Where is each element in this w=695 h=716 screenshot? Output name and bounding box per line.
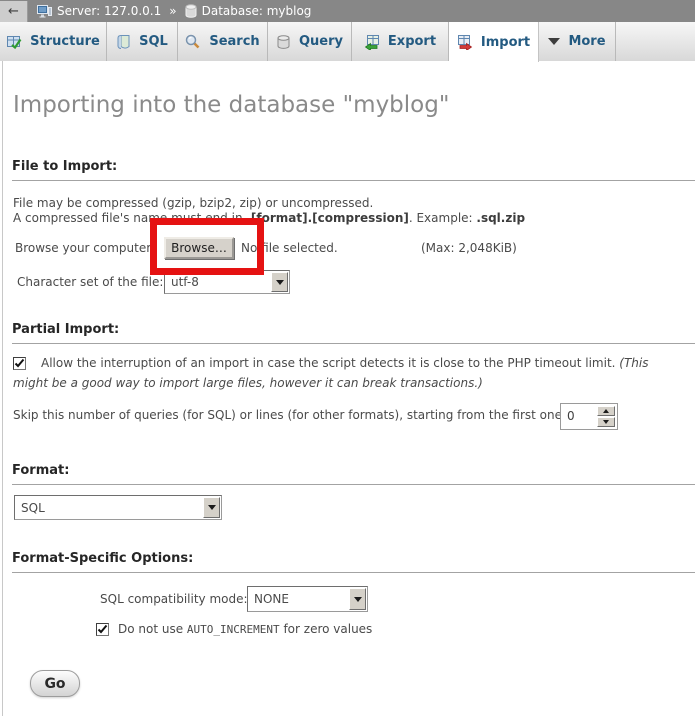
- tab-label: SQL: [139, 34, 168, 49]
- page-title: Importing into the database "myblog": [13, 92, 449, 118]
- section-heading-format: Format:: [12, 463, 695, 485]
- import-icon: [457, 34, 473, 50]
- structure-icon: [6, 34, 22, 50]
- tab-label: Export: [388, 34, 436, 49]
- line2-mid: . Example:: [409, 211, 477, 225]
- auto-increment-prefix: Do not use: [118, 622, 187, 636]
- database-icon: [185, 4, 197, 18]
- format-select[interactable]: SQL: [14, 495, 222, 520]
- allow-interruption-row: Allow the interruption of an import in c…: [13, 353, 683, 393]
- skip-queries-value: 0: [561, 404, 595, 429]
- allow-interruption-checkbox[interactable]: [13, 357, 26, 370]
- allow-interruption-text: Allow the interruption of an import in c…: [41, 356, 619, 370]
- server-icon: [37, 5, 52, 18]
- charset-label: Character set of the file:: [17, 275, 163, 289]
- no-file-selected-text: No file selected.: [241, 241, 338, 255]
- back-icon: ←: [8, 4, 19, 19]
- format-select-value: SQL: [21, 501, 202, 515]
- breadcrumb-server[interactable]: Server: 127.0.0.1: [57, 4, 161, 18]
- spinner-down-button[interactable]: [597, 417, 615, 427]
- tab-search[interactable]: Search: [178, 22, 268, 61]
- compression-info-line1: File may be compressed (gzip, bzip2, zip…: [13, 196, 373, 210]
- sql-compatibility-select[interactable]: NONE: [247, 586, 368, 612]
- line2-prefix: A compressed file's name must end in: [13, 211, 246, 225]
- phpmyadmin-import-page: ← Server: 127.0.0.1 » Database:: [0, 0, 695, 716]
- breadcrumb-database[interactable]: Database: myblog: [202, 4, 312, 18]
- back-button[interactable]: ←: [0, 1, 28, 22]
- max-size-text: (Max: 2,048KiB): [421, 241, 517, 255]
- tab-query[interactable]: Query: [268, 22, 352, 61]
- sql-compatibility-value: NONE: [254, 592, 348, 606]
- tab-sql[interactable]: SQL: [107, 22, 178, 61]
- export-icon: [364, 34, 380, 50]
- spinner-up-button[interactable]: [597, 406, 615, 416]
- charset-select-value: utf-8: [171, 275, 270, 289]
- auto-increment-checkbox[interactable]: [96, 623, 109, 636]
- chevron-down-icon: [548, 38, 560, 45]
- tab-label: Search: [209, 34, 259, 49]
- tab-label: Import: [481, 35, 530, 50]
- checkmark-icon: [97, 624, 108, 635]
- tab-label: More: [568, 34, 605, 49]
- skip-queries-input[interactable]: 0: [560, 403, 618, 430]
- tab-label: Structure: [30, 34, 100, 49]
- search-icon: [185, 34, 201, 50]
- tab-export[interactable]: Export: [352, 22, 449, 61]
- tab-import[interactable]: Import: [449, 22, 539, 62]
- section-heading-file-to-import: File to Import:: [12, 159, 695, 181]
- auto-increment-suffix: for zero values: [280, 622, 373, 636]
- checkmark-icon: [14, 358, 25, 369]
- breadcrumb-bar: ← Server: 127.0.0.1 » Database:: [0, 0, 695, 22]
- tab-label: Query: [299, 34, 343, 49]
- browse-label: Browse your computer:: [15, 241, 155, 255]
- format-dropdown-arrow-icon[interactable]: [203, 497, 220, 518]
- spinner-buttons: [597, 406, 615, 427]
- charset-dropdown-arrow-icon[interactable]: [271, 272, 288, 292]
- tab-more[interactable]: More: [539, 22, 616, 61]
- section-heading-format-options: Format-Specific Options:: [12, 551, 695, 573]
- line2-example: .sql.zip: [476, 211, 525, 225]
- content-left-border: [2, 61, 3, 716]
- go-button[interactable]: Go: [30, 670, 80, 697]
- line2-format-pattern: .[format].[compression]: [246, 211, 408, 225]
- auto-increment-row: Do not use AUTO_INCREMENT for zero value…: [96, 622, 372, 636]
- skip-queries-label: Skip this number of queries (for SQL) or…: [13, 408, 566, 422]
- tab-bar: Structure SQL Search: [0, 22, 695, 61]
- breadcrumb: Server: 127.0.0.1 » Database: myblog: [37, 4, 311, 18]
- sql-compatibility-dropdown-arrow-icon[interactable]: [349, 588, 366, 610]
- browse-button[interactable]: Browse…: [164, 237, 234, 259]
- sql-compatibility-label: SQL compatibility mode:: [100, 592, 248, 606]
- compression-info-line2: A compressed file's name must end in .[f…: [13, 211, 525, 225]
- breadcrumb-separator: »: [169, 4, 176, 18]
- tab-structure[interactable]: Structure: [0, 22, 107, 61]
- section-heading-partial-import: Partial Import:: [12, 322, 695, 344]
- query-database-icon: [276, 34, 291, 50]
- auto-increment-code: AUTO_INCREMENT: [187, 623, 280, 636]
- sql-icon: [116, 34, 131, 50]
- charset-select[interactable]: utf-8: [164, 270, 290, 294]
